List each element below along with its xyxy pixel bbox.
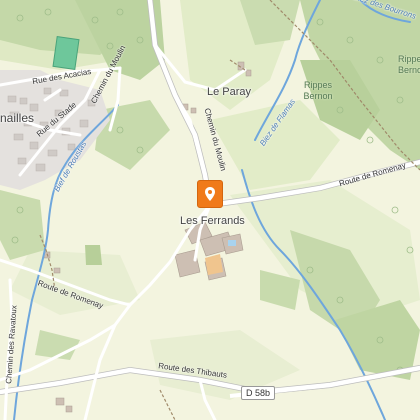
forest-label-rippes-bernon-west: Rippes Bernon bbox=[298, 80, 338, 102]
map-marker-icon[interactable] bbox=[197, 180, 223, 208]
road-shield-d58b: D 58b bbox=[241, 386, 276, 400]
place-label-les-ferrands[interactable]: Les Ferrands bbox=[180, 215, 245, 227]
forest-label-rippes-bernon-west-text: Rippes Bernon bbox=[303, 80, 333, 101]
map-canvas bbox=[0, 0, 420, 420]
map-view[interactable]: Le Paray Les Ferrands nailles Rue des Ac… bbox=[0, 0, 420, 420]
place-label-town[interactable]: nailles bbox=[0, 111, 34, 125]
pin-glyph-icon bbox=[205, 187, 215, 201]
forest-label-rippes-bernon-east-text: Rippes Bernon bbox=[398, 54, 420, 75]
forest-label-rippes-bernon-east: Rippes Bernon bbox=[398, 54, 420, 76]
place-label-le-paray[interactable]: Le Paray bbox=[207, 86, 251, 98]
